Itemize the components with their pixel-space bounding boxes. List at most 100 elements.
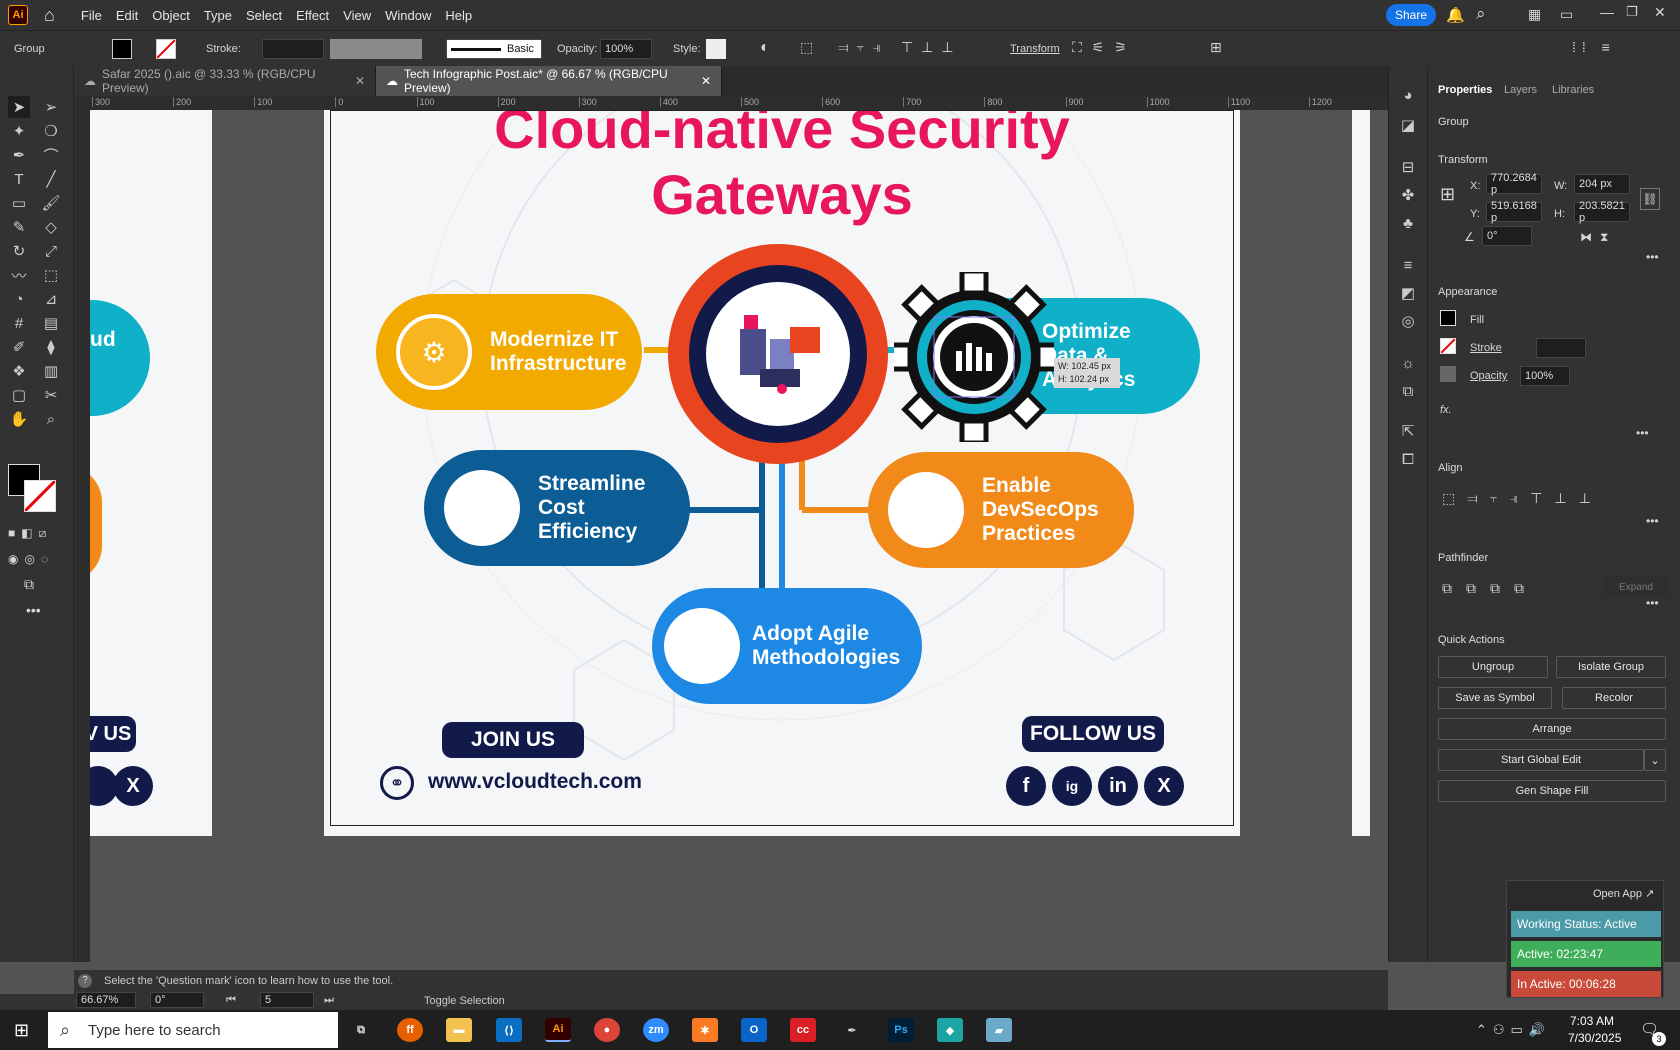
workspace-icon[interactable]: ▦ <box>1528 6 1541 23</box>
appearance-panel-icon[interactable]: ☼ <box>1397 352 1419 374</box>
central-hub[interactable] <box>668 244 888 464</box>
menu-object[interactable]: Object <box>152 8 190 23</box>
windows-start-icon[interactable]: ⊞ <box>14 1020 29 1041</box>
taskbar-search-input[interactable]: ⌕ Type here to search <box>48 1012 338 1048</box>
main-artboard[interactable]: Cloud-native Security Gateways ⚙ Moderni… <box>324 110 1240 836</box>
linkedin-icon[interactable]: in <box>1098 766 1138 806</box>
stroke-color-box[interactable] <box>23 479 57 513</box>
transparency-icon[interactable]: ◎ <box>1397 310 1419 332</box>
isolate-group-button[interactable]: Isolate Group <box>1556 656 1666 678</box>
artboards-icon[interactable]: ⧠ <box>1397 448 1419 470</box>
pen-app-icon[interactable]: ✒ <box>839 1018 865 1042</box>
h-input[interactable]: 203.5821 p <box>1574 200 1630 224</box>
transform-link[interactable]: Transform <box>1010 43 1060 55</box>
isolate-icon[interactable]: ⛶⚟⚞ <box>1072 39 1137 56</box>
stroke-weight-input[interactable] <box>1536 338 1586 358</box>
tab-safar[interactable]: ☁ Safar 2025 ().aic @ 33.33 % (RGB/CPU Pr… <box>74 66 376 96</box>
menu-select[interactable]: Select <box>246 8 282 23</box>
direct-selection-tool-icon[interactable]: ➢ <box>40 96 62 118</box>
tray-icons[interactable]: ⌃⚇▭🔊 <box>1476 1022 1551 1038</box>
artboard-nav-first[interactable]: ⏮ <box>226 994 236 1007</box>
more-options-icon[interactable]: ••• <box>1646 514 1659 528</box>
menu-edit[interactable]: Edit <box>116 8 138 23</box>
libraries-icon[interactable]: ⊟ <box>1397 156 1419 178</box>
gear-icon[interactable] <box>894 272 1054 442</box>
status-mode[interactable]: Toggle Selection <box>424 995 505 1007</box>
file-explorer-icon[interactable]: ▬ <box>446 1018 472 1042</box>
fx-button[interactable]: fx. <box>1440 404 1452 416</box>
photoshop-icon[interactable]: Ps <box>888 1018 914 1042</box>
x-icon[interactable]: X <box>1144 766 1184 806</box>
hand-tool-icon[interactable]: ✋ <box>8 408 30 430</box>
y-input[interactable]: 519.6168 p <box>1486 200 1542 224</box>
follow-us-button[interactable]: FOLLOW US <box>1022 716 1164 752</box>
slice-icon[interactable]: ✂ <box>40 384 62 406</box>
restore-icon[interactable]: ❐ <box>1626 4 1638 20</box>
outlook-icon[interactable]: O <box>741 1018 767 1042</box>
pill-agile[interactable]: Adopt Agile Methodologies <box>652 588 922 704</box>
close-icon[interactable]: ✕ <box>1654 4 1666 21</box>
pill-modernize[interactable]: ⚙ Modernize IT Infrastructure <box>376 294 642 410</box>
left-follow-button[interactable]: V US <box>90 716 136 752</box>
variable-width-profile[interactable] <box>330 39 422 59</box>
stroke-swatch[interactable] <box>156 39 176 59</box>
draw-mode-icons[interactable]: ◉◎◌ <box>8 552 54 566</box>
left-x-icon[interactable]: X <box>113 766 153 806</box>
zoom-app-icon[interactable]: zm <box>643 1018 669 1042</box>
join-us-button[interactable]: JOIN US <box>442 722 584 758</box>
arrange-button[interactable]: Arrange <box>1438 718 1666 740</box>
shaper-icon[interactable]: ✎ <box>8 216 30 238</box>
artboard-tool-icon[interactable]: ▢ <box>8 384 30 406</box>
rotate-icon[interactable]: ↻ <box>8 240 30 262</box>
align-buttons[interactable]: ⫤⫟⫣ ⊤⊥⊥ <box>838 39 961 56</box>
menu-file[interactable]: File <box>81 8 102 23</box>
gradient-icon[interactable]: ▤ <box>40 312 62 334</box>
task-view-icon[interactable]: ⧉ <box>348 1018 374 1042</box>
vertical-ruler[interactable] <box>74 96 90 962</box>
opacity-input[interactable]: 100% <box>1520 366 1570 386</box>
stroke-weight-input[interactable] <box>262 39 324 59</box>
column-graph-icon[interactable]: ▥ <box>40 360 62 382</box>
rectangle-tool-icon[interactable]: ▭ <box>8 192 30 214</box>
chrome-icon[interactable]: ● <box>594 1018 620 1042</box>
x-input[interactable]: 770.2684 p <box>1486 172 1542 196</box>
mesh-icon[interactable]: # <box>8 312 30 334</box>
global-edit-dropdown[interactable]: ⌄ <box>1644 749 1666 771</box>
more-options-icon[interactable]: ••• <box>1636 426 1649 440</box>
menu-effect[interactable]: Effect <box>296 8 329 23</box>
blend-icon[interactable]: ⧫ <box>40 336 62 358</box>
save-as-symbol-button[interactable]: Save as Symbol <box>1438 687 1552 709</box>
vscode-icon[interactable]: ⟨⟩ <box>496 1018 522 1042</box>
style-swatch[interactable] <box>706 39 726 59</box>
pill-devsecops[interactable]: Enable DevSecOps Practices <box>868 452 1134 568</box>
tab-libraries[interactable]: Libraries <box>1552 84 1594 96</box>
facebook-icon[interactable]: f <box>1006 766 1046 806</box>
tab-close-icon[interactable]: ✕ <box>701 74 711 88</box>
pen-tool-icon[interactable]: ✒ <box>8 144 30 166</box>
symbols-icon[interactable]: ♣ <box>1397 212 1419 234</box>
pill-streamline[interactable]: Streamline Cost Efficiency <box>424 450 690 566</box>
symbol-sprayer-icon[interactable]: ❖ <box>8 360 30 382</box>
panel-menu-icon[interactable]: ⁞⁞ ≡ <box>1572 39 1616 55</box>
tab-close-icon[interactable]: ✕ <box>355 74 365 88</box>
horizontal-ruler[interactable]: 300 200 100 0 100 200 300 400 500 600 700 800 900 100… <box>90 96 1388 110</box>
rotate-view-input[interactable]: 0° <box>150 992 204 1008</box>
home-icon[interactable]: ⌂ <box>44 5 55 26</box>
more-options-icon[interactable]: ••• <box>1646 596 1659 610</box>
tab-tech-infographic[interactable]: ☁ Tech Infographic Post.aic* @ 66.67 % (R… <box>376 66 722 96</box>
type-tool-icon[interactable]: T <box>8 168 30 190</box>
artboard-number-input[interactable]: 5 <box>260 992 314 1008</box>
instagram-icon[interactable]: ig <box>1052 766 1092 806</box>
website-url[interactable]: www.vcloudtech.com <box>428 770 642 794</box>
opacity-link[interactable]: Opacity <box>1470 370 1507 382</box>
pathfinder-buttons[interactable]: ⧉⧉⧉⧉ <box>1442 580 1538 597</box>
fill-swatch[interactable] <box>112 39 132 59</box>
tab-layers[interactable]: Layers <box>1504 84 1537 96</box>
line-tool-icon[interactable]: ╱ <box>40 168 62 190</box>
reference-point-icon[interactable]: ⊞ <box>1440 184 1455 205</box>
recolor-icon[interactable]: ◐ <box>760 39 770 57</box>
app-notes-icon[interactable]: ▰ <box>986 1018 1012 1042</box>
flip-icons[interactable]: ⧓⧗ <box>1580 230 1616 245</box>
bell-icon[interactable]: 🔔 <box>1446 6 1465 24</box>
expand-button[interactable]: Expand <box>1602 576 1670 598</box>
